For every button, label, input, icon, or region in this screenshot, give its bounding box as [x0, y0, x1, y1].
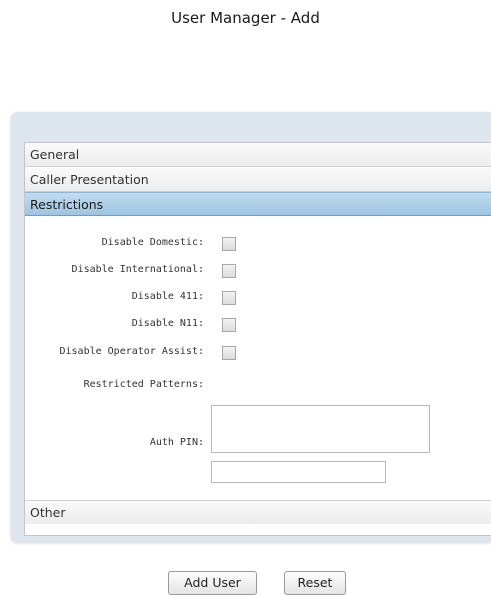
page-title: User Manager - Add [171, 9, 320, 27]
restricted-patterns-textarea[interactable] [211, 405, 430, 453]
disable-411-label: Disable 411: [131, 291, 204, 302]
restricted-patterns-label: Restricted Patterns: [83, 379, 204, 390]
disable-n11-checkbox[interactable] [222, 318, 236, 332]
reset-button[interactable]: Reset [284, 571, 346, 595]
disable-operator-assist-checkbox[interactable] [222, 346, 236, 360]
accordion-header-restrictions[interactable]: Restrictions [25, 192, 491, 216]
disable-domestic-label: Disable Domestic: [101, 237, 204, 248]
accordion: General Caller Presentation Restrictions… [24, 142, 491, 536]
disable-international-label: Disable International: [71, 264, 204, 275]
auth-pin-input[interactable] [211, 461, 386, 483]
user-form-panel: General Caller Presentation Restrictions… [11, 112, 491, 542]
add-user-button[interactable]: Add User [168, 571, 257, 595]
accordion-header-other[interactable]: Other [25, 500, 491, 524]
accordion-header-general[interactable]: General [25, 143, 491, 167]
disable-411-checkbox[interactable] [222, 291, 236, 305]
disable-operator-assist-label: Disable Operator Assist: [59, 346, 205, 357]
disable-domestic-checkbox[interactable] [222, 237, 236, 251]
disable-international-checkbox[interactable] [222, 264, 236, 278]
auth-pin-label: Auth PIN: [149, 437, 204, 448]
accordion-header-caller-presentation[interactable]: Caller Presentation [25, 168, 491, 192]
disable-n11-label: Disable N11: [131, 318, 204, 329]
